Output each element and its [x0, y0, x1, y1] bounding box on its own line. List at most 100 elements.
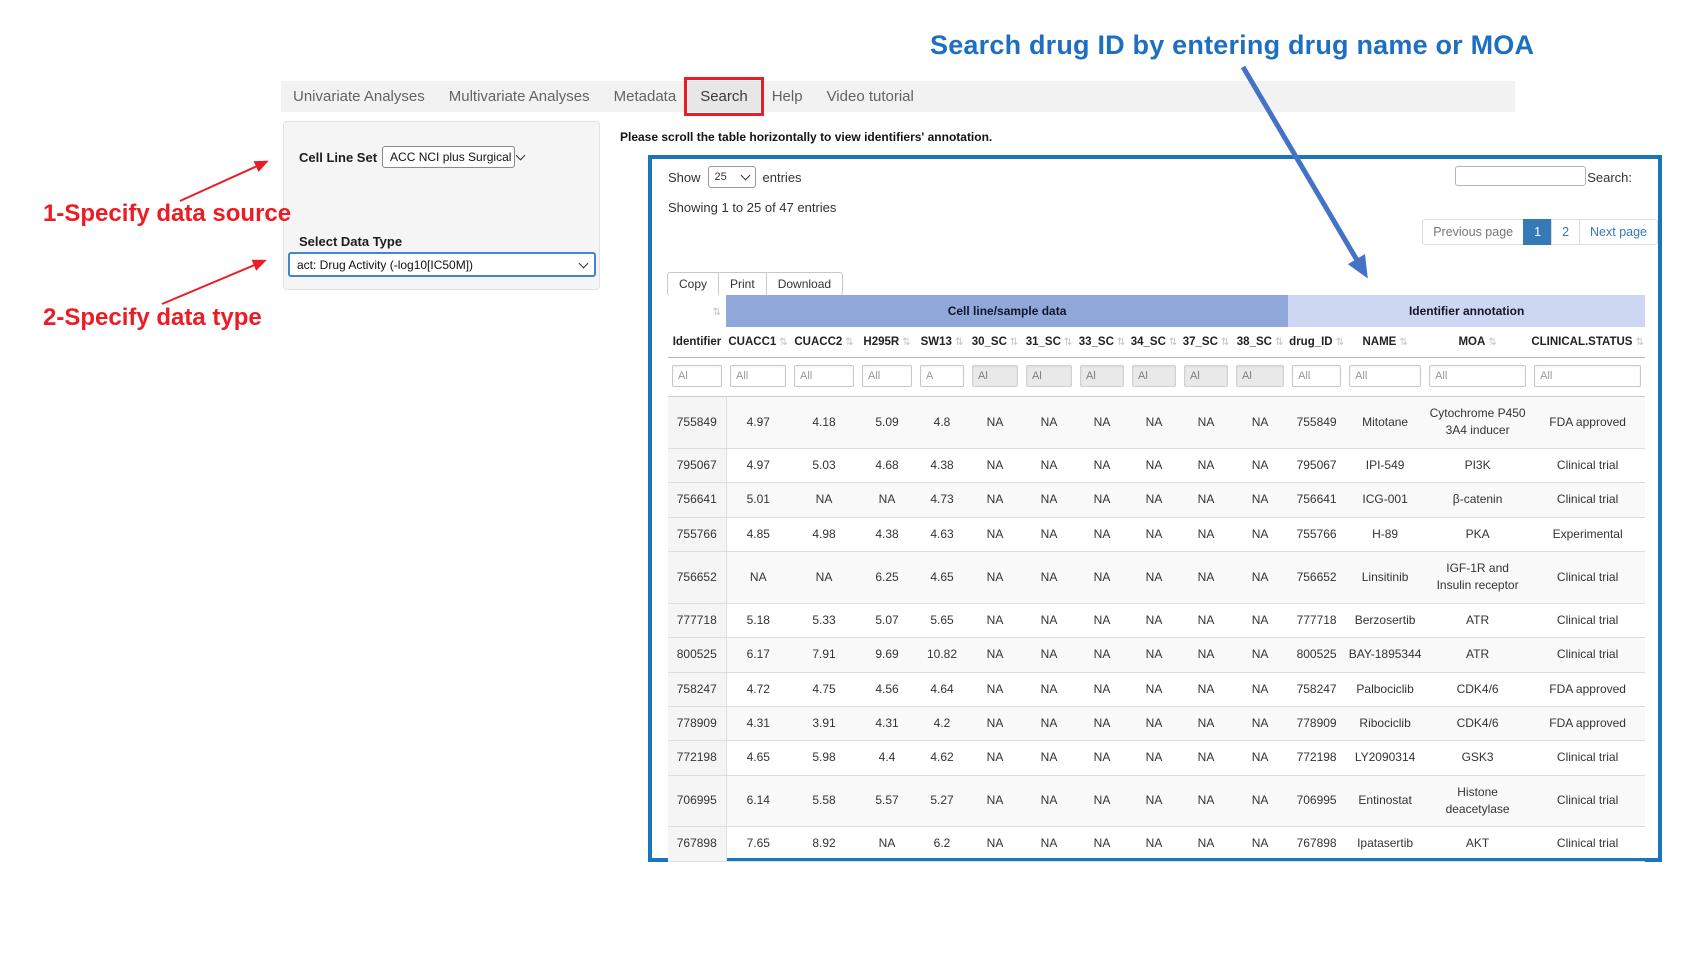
cell-identifier: 755766 — [668, 517, 726, 551]
column-header-31-sc[interactable]: 31_SC⇅ — [1022, 327, 1076, 358]
cell-37-sc: NA — [1180, 397, 1232, 449]
download-button[interactable]: Download — [766, 272, 843, 296]
annotation-step1: 1-Specify data source — [43, 200, 291, 228]
show-label: Show — [668, 170, 701, 185]
filter-input-37-sc: Al — [1184, 365, 1228, 387]
column-header-clinical-status[interactable]: CLINICAL.STATUS⇅ — [1530, 327, 1645, 358]
cell-identifier: 778909 — [668, 706, 726, 740]
cell-identifier: 756641 — [668, 483, 726, 517]
cell-h295r: 6.25 — [858, 551, 916, 603]
cell-identifier: 795067 — [668, 448, 726, 482]
cell-30-sc: NA — [968, 672, 1022, 706]
cell-identifier: 772198 — [668, 741, 726, 775]
print-button[interactable]: Print — [718, 272, 767, 296]
page-button-2[interactable]: 2 — [1551, 219, 1580, 245]
cell-name: LY2090314 — [1345, 741, 1425, 775]
filter-input-moa[interactable]: All — [1429, 365, 1526, 387]
cell-34-sc: NA — [1128, 483, 1180, 517]
next-page-button[interactable]: Next page — [1579, 219, 1658, 245]
cell-clinical-status: Clinical trial — [1530, 448, 1645, 482]
filter-input-30-sc: Al — [972, 365, 1018, 387]
sort-icon: ⇅ — [1221, 337, 1229, 348]
cell-cuacc1: 4.97 — [726, 397, 790, 449]
column-label: 31_SC — [1026, 336, 1061, 348]
column-header-cuacc1[interactable]: CUACC1⇅ — [726, 327, 790, 358]
search-input[interactable] — [1455, 166, 1586, 186]
filter-input-clinical-status[interactable]: All — [1534, 365, 1641, 387]
page-length-select[interactable]: 25 — [708, 166, 756, 188]
filter-input-cuacc1[interactable]: All — [730, 365, 786, 387]
filter-input-cuacc2[interactable]: All — [794, 365, 854, 387]
filter-input-sw13[interactable]: A — [920, 365, 964, 387]
column-header-name[interactable]: NAME⇅ — [1345, 327, 1425, 358]
cell-30-sc: NA — [968, 397, 1022, 449]
nav-tab-video-tutorial[interactable]: Video tutorial — [815, 81, 926, 112]
filter-input-h295r[interactable]: All — [862, 365, 912, 387]
column-label: 30_SC — [972, 336, 1007, 348]
identifier-sort-header[interactable]: ⇅ — [668, 295, 726, 327]
cell-38-sc: NA — [1232, 397, 1288, 449]
cell-moa: CDK4/6 — [1425, 672, 1530, 706]
filter-panel: Cell Line Set ACC NCI plus Surgical Sele… — [283, 121, 600, 290]
cell-cuacc1: 4.31 — [726, 706, 790, 740]
cell-cuacc1: 4.72 — [726, 672, 790, 706]
copy-button[interactable]: Copy — [667, 272, 719, 296]
cell-cuacc2: 7.91 — [790, 638, 858, 672]
nav-tab-help[interactable]: Help — [760, 81, 815, 112]
red-arrow-data-source — [180, 162, 266, 201]
previous-page-button[interactable]: Previous page — [1422, 219, 1524, 245]
cell-drug-id: 758247 — [1288, 672, 1345, 706]
annotation-step2: 2-Specify data type — [43, 304, 262, 332]
column-header-30-sc[interactable]: 30_SC⇅ — [968, 327, 1022, 358]
cell-line-set-label: Cell Line Set — [299, 150, 377, 165]
cell-sw13: 4.8 — [916, 397, 968, 449]
filter-cell: All — [858, 358, 916, 397]
sort-icon: ⇅ — [1635, 337, 1643, 348]
cell-31-sc: NA — [1022, 706, 1076, 740]
nav-tab-metadata[interactable]: Metadata — [602, 81, 689, 112]
cell-33-sc: NA — [1076, 603, 1128, 637]
column-header-moa[interactable]: MOA⇅ — [1425, 327, 1530, 358]
column-header-drug-id[interactable]: drug_ID⇅ — [1288, 327, 1345, 358]
cell-identifier: 706995 — [668, 775, 726, 827]
cell-name: BAY-1895344 — [1345, 638, 1425, 672]
column-header-34-sc[interactable]: 34_SC⇅ — [1128, 327, 1180, 358]
cell-clinical-status: Clinical trial — [1530, 638, 1645, 672]
data-type-select[interactable]: act: Drug Activity (-log10[IC50M]) — [288, 252, 596, 277]
filter-cell: Al — [968, 358, 1022, 397]
column-header-sw13[interactable]: SW13⇅ — [916, 327, 968, 358]
cell-clinical-status: Clinical trial — [1530, 603, 1645, 637]
cell-38-sc: NA — [1232, 517, 1288, 551]
cell-33-sc: NA — [1076, 483, 1128, 517]
cell-37-sc: NA — [1180, 827, 1232, 861]
nav-tab-search[interactable]: Search — [688, 81, 760, 112]
filter-input-drug-id[interactable]: All — [1292, 365, 1341, 387]
cell-moa: Cytochrome P450 3A4 inducer — [1425, 397, 1530, 449]
column-header-37-sc[interactable]: 37_SC⇅ — [1180, 327, 1232, 358]
column-header-cuacc2[interactable]: CUACC2⇅ — [790, 327, 858, 358]
cell-37-sc: NA — [1180, 672, 1232, 706]
main-navbar: Univariate AnalysesMultivariate Analyses… — [281, 81, 1515, 112]
filter-input-identifier[interactable]: Al — [672, 365, 722, 387]
cell-sw13: 6.2 — [916, 827, 968, 861]
table-row: 7678987.658.92NA6.2NANANANANANA767898Ipa… — [668, 827, 1645, 861]
cell-identifier: 755849 — [668, 397, 726, 449]
nav-tab-univariate-analyses[interactable]: Univariate Analyses — [281, 81, 437, 112]
column-header-33-sc[interactable]: 33_SC⇅ — [1076, 327, 1128, 358]
showing-entries-text: Showing 1 to 25 of 47 entries — [668, 200, 836, 215]
column-header-38-sc[interactable]: 38_SC⇅ — [1232, 327, 1288, 358]
cell-38-sc: NA — [1232, 483, 1288, 517]
cell-line-set-select[interactable]: ACC NCI plus Surgical — [382, 146, 515, 168]
column-header-h295r[interactable]: H295R⇅ — [858, 327, 916, 358]
page-button-1[interactable]: 1 — [1523, 219, 1552, 245]
cell-cuacc1: 4.65 — [726, 741, 790, 775]
column-label: 33_SC — [1079, 336, 1114, 348]
column-label: 38_SC — [1237, 336, 1272, 348]
chevron-down-icon — [516, 151, 526, 161]
cell-h295r: 5.07 — [858, 603, 916, 637]
column-header-identifier[interactable]: Identifier — [668, 327, 726, 358]
nav-tab-multivariate-analyses[interactable]: Multivariate Analyses — [437, 81, 602, 112]
red-arrow-data-type — [162, 261, 264, 304]
cell-h295r: 4.56 — [858, 672, 916, 706]
filter-input-name[interactable]: All — [1349, 365, 1421, 387]
